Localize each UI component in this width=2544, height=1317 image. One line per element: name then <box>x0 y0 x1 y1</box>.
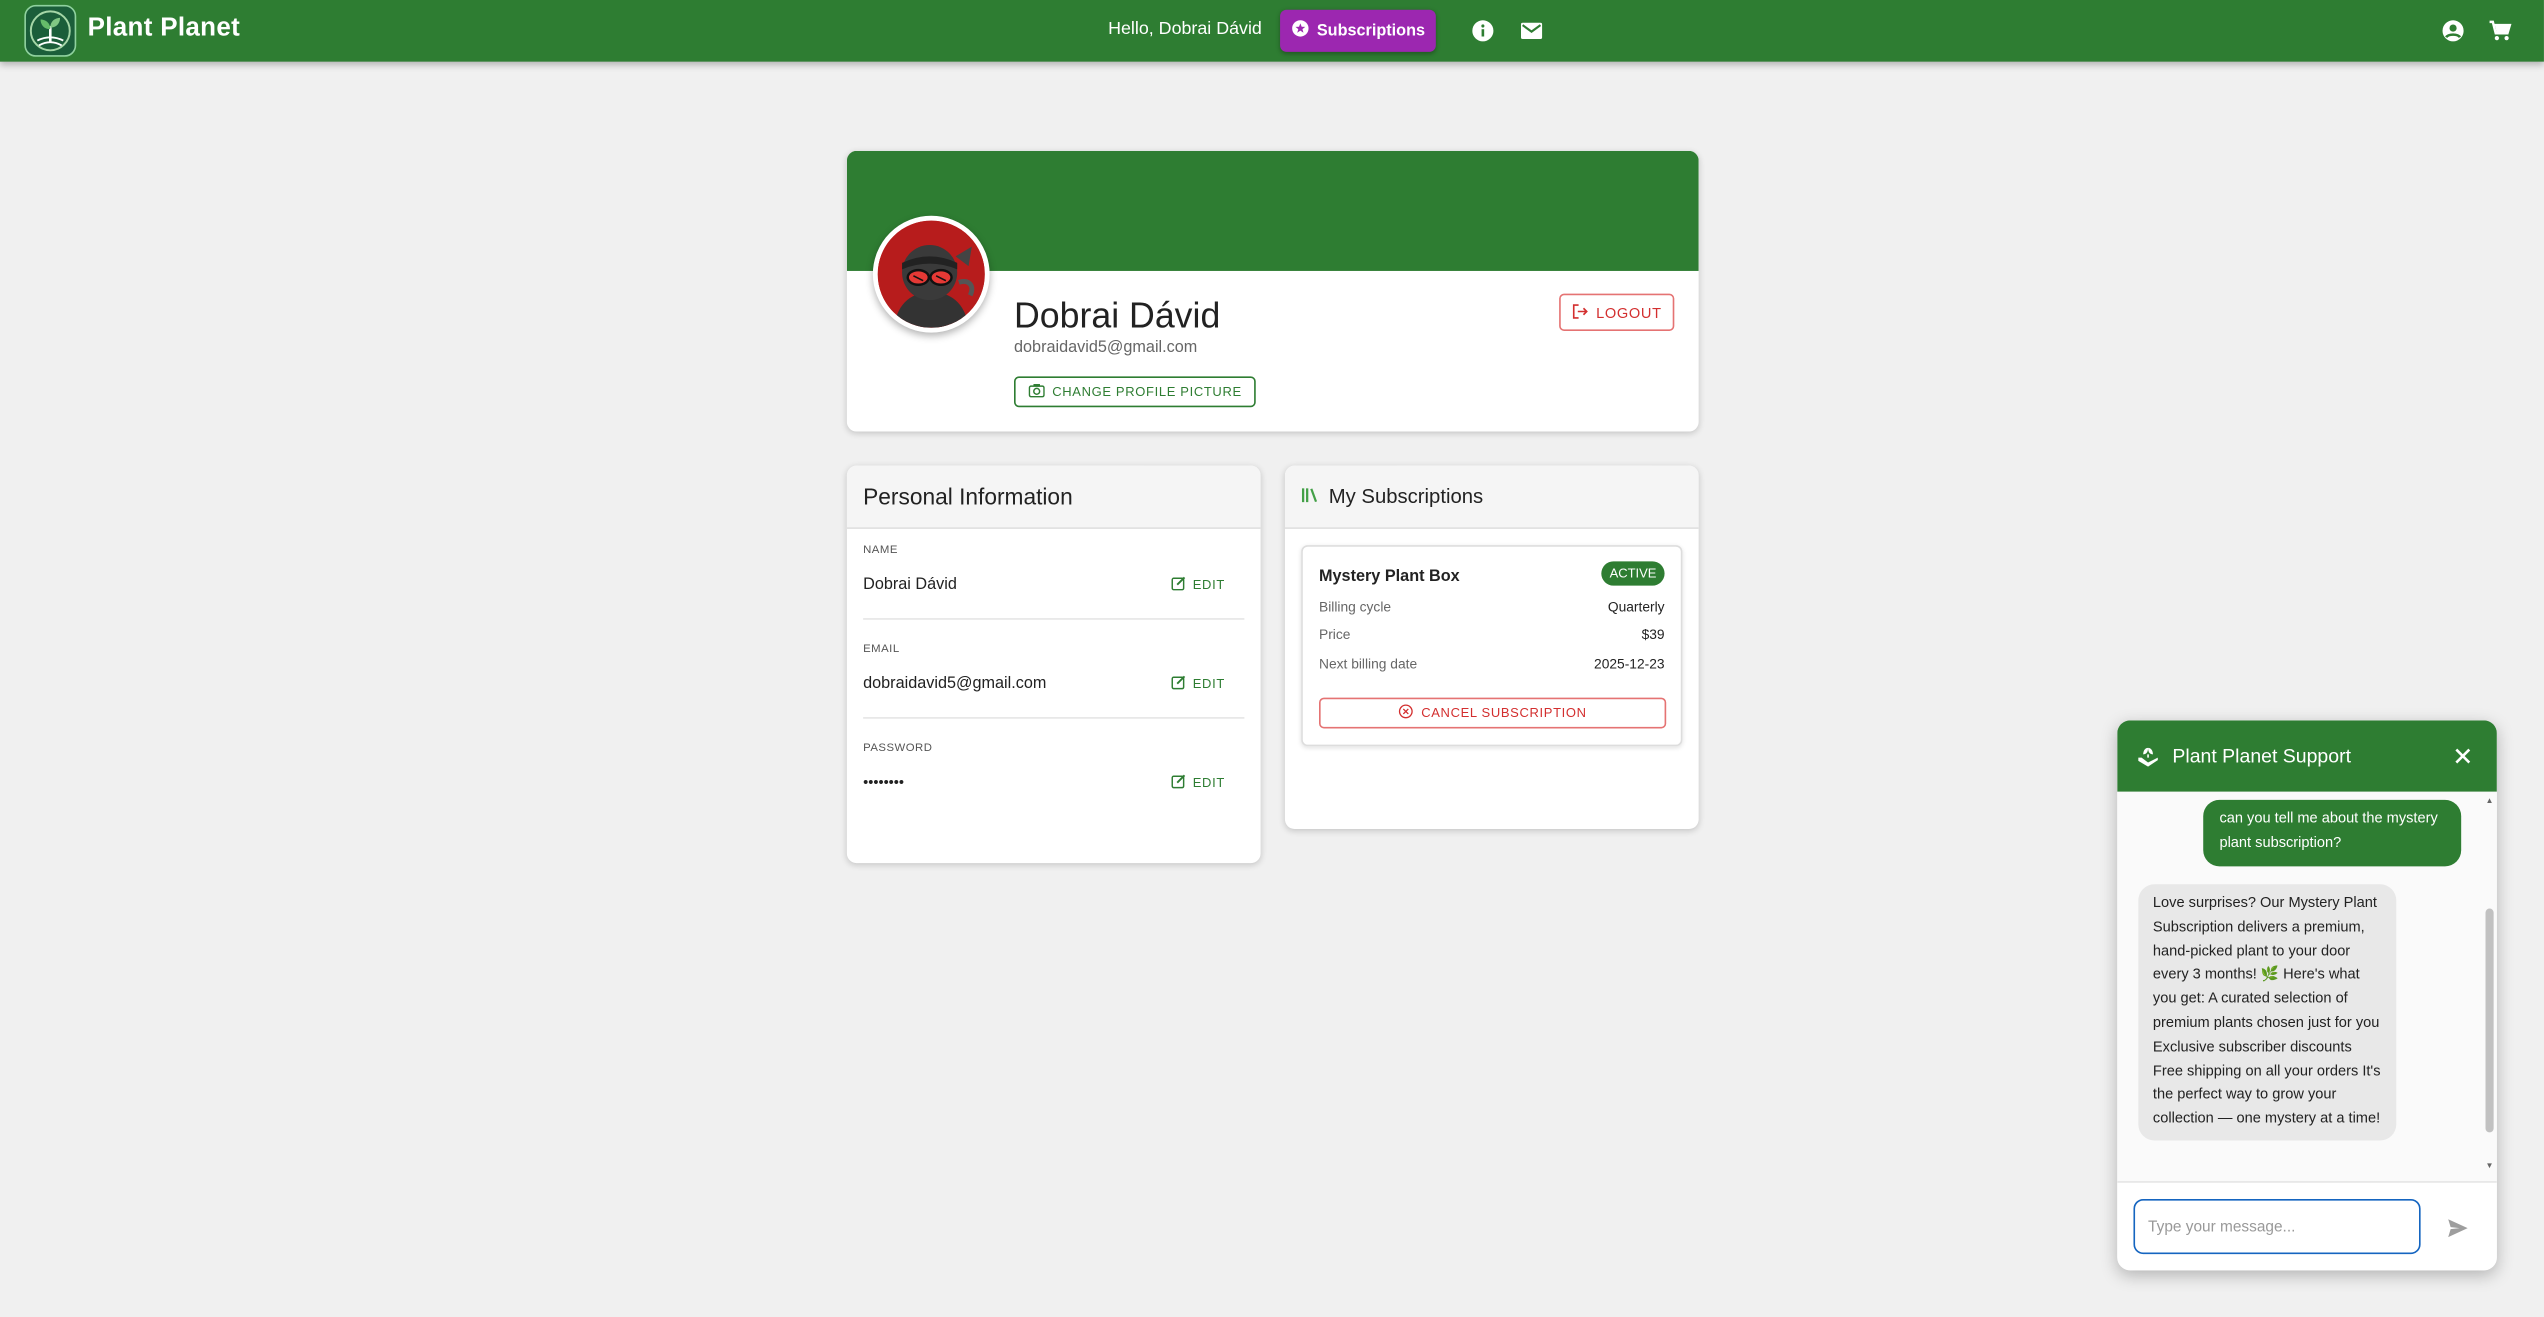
my-subscriptions-header: My Subscriptions <box>1284 465 1699 529</box>
send-icon[interactable] <box>2447 1217 2470 1240</box>
plant-hand-icon <box>2135 743 2161 769</box>
info-label: EMAIL <box>863 644 900 656</box>
edit-name-button[interactable]: EDIT <box>1171 576 1225 594</box>
personal-information-header: Personal Information <box>846 465 1261 529</box>
cancel-subscription-button[interactable]: CANCEL SUBSCRIPTION <box>1319 697 1667 729</box>
logout-icon <box>1572 303 1588 322</box>
user-message: can you tell me about the mystery plant … <box>2203 799 2462 867</box>
subscriptions-button[interactable]: Subscriptions <box>1280 9 1436 52</box>
logout-label: LOGOUT <box>1596 304 1662 321</box>
row-label: Next billing date <box>1319 655 1418 672</box>
account-icon[interactable] <box>2440 18 2466 44</box>
mail-icon[interactable] <box>1519 18 1545 44</box>
row-value: $39 <box>1641 626 1665 643</box>
info-value: •••••••• <box>863 773 905 791</box>
logout-button[interactable]: LOGOUT <box>1559 293 1675 331</box>
edit-email-button[interactable]: EDIT <box>1171 675 1225 693</box>
avatar <box>872 215 990 333</box>
price-row: Price $39 <box>1319 626 1665 645</box>
chat-message-input[interactable] <box>2133 1198 2421 1255</box>
row-label: Billing cycle <box>1319 598 1392 615</box>
subscription-card: Mystery Plant Box ACTIVE Billing cycle Q… <box>1301 545 1683 747</box>
cancel-subscription-label: CANCEL SUBSCRIPTION <box>1421 705 1587 721</box>
edit-password-button[interactable]: EDIT <box>1171 774 1225 792</box>
chat-scrollbar-thumb[interactable] <box>2485 908 2494 1133</box>
edit-icon <box>1171 774 1187 792</box>
row-label: Price <box>1319 626 1351 643</box>
change-profile-picture-button[interactable]: CHANGE PROFILE PICTURE <box>1014 376 1256 408</box>
chat-footer <box>2117 1181 2497 1271</box>
change-profile-picture-label: CHANGE PROFILE PICTURE <box>1052 384 1242 400</box>
library-icon <box>1301 482 1319 511</box>
app-bar: Plant Planet Hello, Dobrai Dávid Subscri… <box>0 0 2544 62</box>
scroll-down-icon[interactable]: ▼ <box>2486 1162 2494 1171</box>
plant-planet-logo[interactable] <box>24 4 77 57</box>
edit-label: EDIT <box>1192 775 1225 791</box>
info-value: Dobrai Dávid <box>863 575 957 594</box>
my-subscriptions-panel: My Subscriptions Mystery Plant Box ACTIV… <box>1284 465 1699 830</box>
chat-messages[interactable]: can you tell me about the mystery plant … <box>2117 791 2497 1182</box>
subscription-name: Mystery Plant Box <box>1319 567 1460 586</box>
info-value: dobraidavid5@gmail.com <box>863 674 1047 693</box>
info-label: NAME <box>863 545 898 557</box>
info-label: PASSWORD <box>863 743 933 755</box>
edit-label: EDIT <box>1192 577 1225 593</box>
billing-cycle-row: Billing cycle Quarterly <box>1319 599 1665 618</box>
edit-label: EDIT <box>1192 676 1225 692</box>
status-badge: ACTIVE <box>1601 561 1665 586</box>
cart-icon[interactable] <box>2487 18 2513 44</box>
next-billing-row: Next billing date 2025-12-23 <box>1319 655 1665 674</box>
support-chat-widget: Plant Planet Support can you tell me abo… <box>2117 720 2497 1271</box>
scroll-up-icon[interactable]: ▲ <box>2486 797 2494 806</box>
chat-scrollbar[interactable]: ▲ ▼ <box>2485 797 2494 1171</box>
profile-email: dobraidavid5@gmail.com <box>1014 339 1198 357</box>
info-row-name: NAME Dobrai Dávid EDIT <box>863 529 1245 620</box>
camera-icon <box>1027 383 1045 401</box>
personal-information-panel: Personal Information NAME Dobrai Dávid E… <box>846 465 1261 864</box>
bot-message: Love surprises? Our Mystery Plant Subscr… <box>2138 884 2397 1141</box>
brand-name[interactable]: Plant Planet <box>88 15 240 44</box>
chat-header: Plant Planet Support <box>2117 720 2497 792</box>
star-badge-icon <box>1291 19 1309 42</box>
row-value: 2025-12-23 <box>1594 655 1665 672</box>
info-icon[interactable] <box>1470 18 1496 44</box>
my-subscriptions-title: My Subscriptions <box>1328 485 1484 508</box>
profile-card: Dobrai Dávid dobraidavid5@gmail.com CHAN… <box>846 150 1699 432</box>
user-greeting: Hello, Dobrai Dávid <box>1108 19 1262 39</box>
info-row-password: PASSWORD •••••••• EDIT <box>863 727 1244 818</box>
close-icon[interactable] <box>2451 745 2474 768</box>
cancel-circle-icon <box>1398 704 1414 722</box>
edit-icon <box>1171 576 1187 594</box>
profile-name: Dobrai Dávid <box>1014 295 1221 336</box>
subscriptions-label: Subscriptions <box>1316 21 1426 40</box>
info-row-email: EMAIL dobraidavid5@gmail.com EDIT <box>863 628 1245 719</box>
personal-information-title: Personal Information <box>863 483 1073 510</box>
chat-title: Plant Planet Support <box>2172 744 2351 768</box>
edit-icon <box>1171 675 1187 693</box>
row-value: Quarterly <box>1607 598 1665 615</box>
